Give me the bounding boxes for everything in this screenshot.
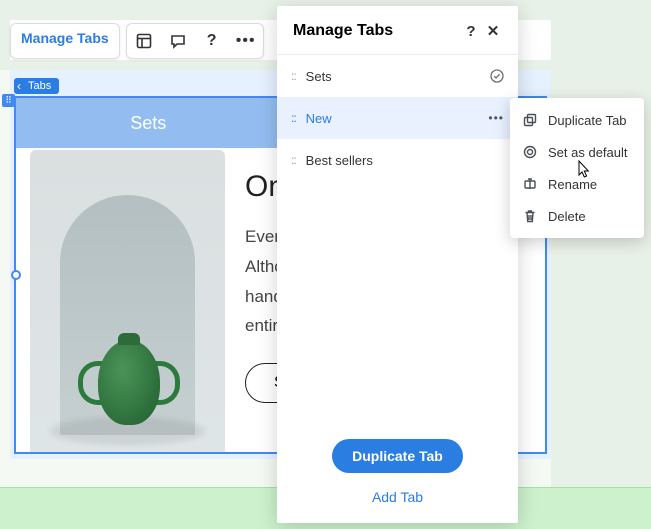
panel-tab-list: :: Sets :: New ••• :: Best sellers — [277, 55, 518, 181]
ctx-rename[interactable]: Rename — [510, 168, 644, 200]
panel-tab-label: New — [306, 111, 479, 126]
panel-tab-label: Sets — [306, 69, 480, 84]
drag-handle-icon[interactable]: ⠿ — [2, 94, 15, 107]
tab-context-menu: Duplicate Tab Set as default Rename Dele… — [510, 98, 644, 238]
layout-icon[interactable] — [127, 24, 161, 58]
more-icon[interactable]: ••• — [229, 24, 263, 58]
comment-icon[interactable] — [161, 24, 195, 58]
drag-dots-icon[interactable]: :: — [291, 111, 296, 125]
product-image — [30, 150, 225, 452]
panel-tab-label: Best sellers — [306, 153, 504, 168]
help-icon[interactable]: ? — [195, 24, 229, 58]
panel-tab-item-sets[interactable]: :: Sets — [277, 55, 518, 97]
ctx-label: Duplicate Tab — [548, 113, 627, 128]
default-check-icon — [490, 69, 504, 83]
drag-dots-icon[interactable]: :: — [291, 153, 296, 167]
ctx-label: Set as default — [548, 145, 628, 160]
ctx-duplicate-tab[interactable]: Duplicate Tab — [510, 104, 644, 136]
drag-dots-icon[interactable]: :: — [291, 69, 296, 83]
panel-close-icon[interactable]: ✕ — [482, 22, 504, 40]
default-icon — [522, 144, 538, 160]
manage-tabs-panel: Manage Tabs ? ✕ :: Sets :: New ••• :: Be… — [277, 6, 518, 523]
widget-tab-sets[interactable]: Sets — [16, 98, 281, 148]
duplicate-icon — [522, 112, 538, 128]
duplicate-tab-button[interactable]: Duplicate Tab — [332, 439, 463, 473]
ctx-label: Delete — [548, 209, 586, 224]
panel-tab-item-bestsellers[interactable]: :: Best sellers — [277, 139, 518, 181]
delete-icon — [522, 208, 538, 224]
panel-title: Manage Tabs — [293, 22, 460, 40]
ctx-delete[interactable]: Delete — [510, 200, 644, 232]
tabs-breadcrumb[interactable]: Tabs — [14, 78, 59, 94]
item-more-icon[interactable]: ••• — [488, 111, 504, 125]
ctx-label: Rename — [548, 177, 597, 192]
rename-icon — [522, 176, 538, 192]
panel-help-icon[interactable]: ? — [460, 23, 482, 40]
floating-toolbar: Manage Tabs ? ••• — [10, 23, 264, 59]
panel-tab-item-new[interactable]: :: New ••• — [277, 97, 518, 139]
resize-handle-left[interactable] — [11, 270, 21, 280]
manage-tabs-button[interactable]: Manage Tabs — [10, 23, 120, 59]
ctx-set-default[interactable]: Set as default — [510, 136, 644, 168]
add-tab-link[interactable]: Add Tab — [277, 489, 518, 505]
